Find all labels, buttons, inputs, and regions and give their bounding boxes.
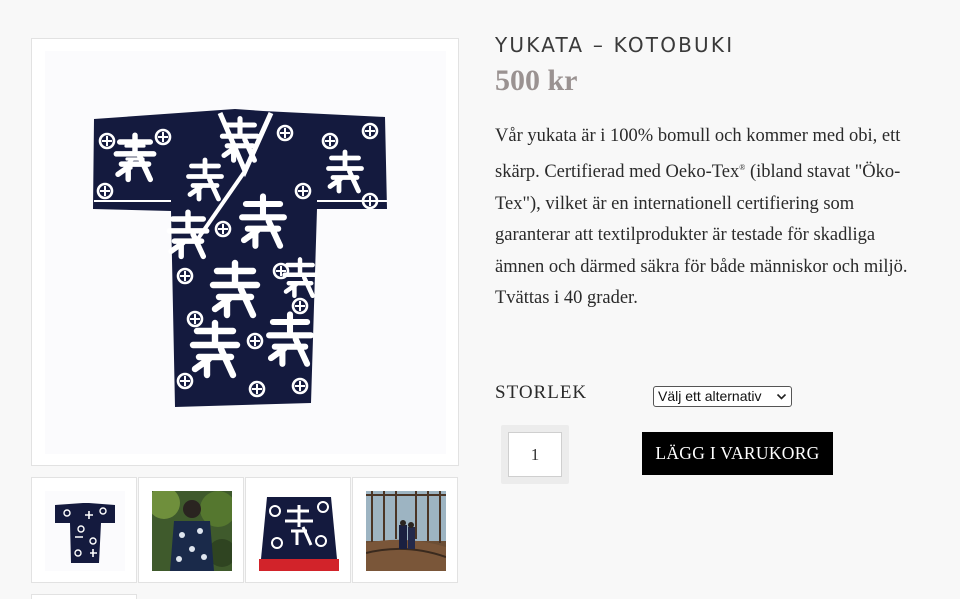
add-to-cart-button[interactable]: LÄGG I VARUKORG — [642, 432, 833, 475]
thumbnail-1[interactable] — [31, 477, 137, 583]
thumbnail-3[interactable] — [245, 477, 351, 583]
size-label: STORLEK — [495, 382, 588, 403]
thumbnail-5[interactable] — [31, 594, 137, 599]
thumbnail-image-yukata-back-garden[interactable] — [152, 491, 232, 571]
product-title: YUKATA – KOTOBUKI — [495, 33, 735, 57]
thumbnail-2[interactable] — [138, 477, 244, 583]
product-price: 500 kr — [495, 64, 578, 97]
thumbnail-image-yukata-terrace[interactable] — [366, 491, 446, 571]
product-description: Vår yukata är i 100% bomull och kommer m… — [495, 121, 927, 315]
size-select[interactable]: Välj ett alternativ — [653, 386, 792, 407]
main-product-image-frame[interactable] — [31, 38, 459, 466]
thumbnail-4[interactable] — [352, 477, 458, 583]
quantity-input[interactable]: 1 — [508, 432, 562, 477]
chevron-down-icon — [775, 388, 788, 405]
thumbnail-image-yukata-flat[interactable] — [45, 491, 125, 571]
description-text-2: (ibland stavat "Öko-Tex"), vilket är en … — [495, 162, 908, 309]
thumbnail-image-yukata-back-detail[interactable] — [259, 491, 339, 571]
quantity-wrapper: 1 — [501, 425, 569, 484]
main-product-image[interactable] — [45, 51, 446, 454]
size-select-value: Välj ett alternativ — [658, 388, 762, 404]
